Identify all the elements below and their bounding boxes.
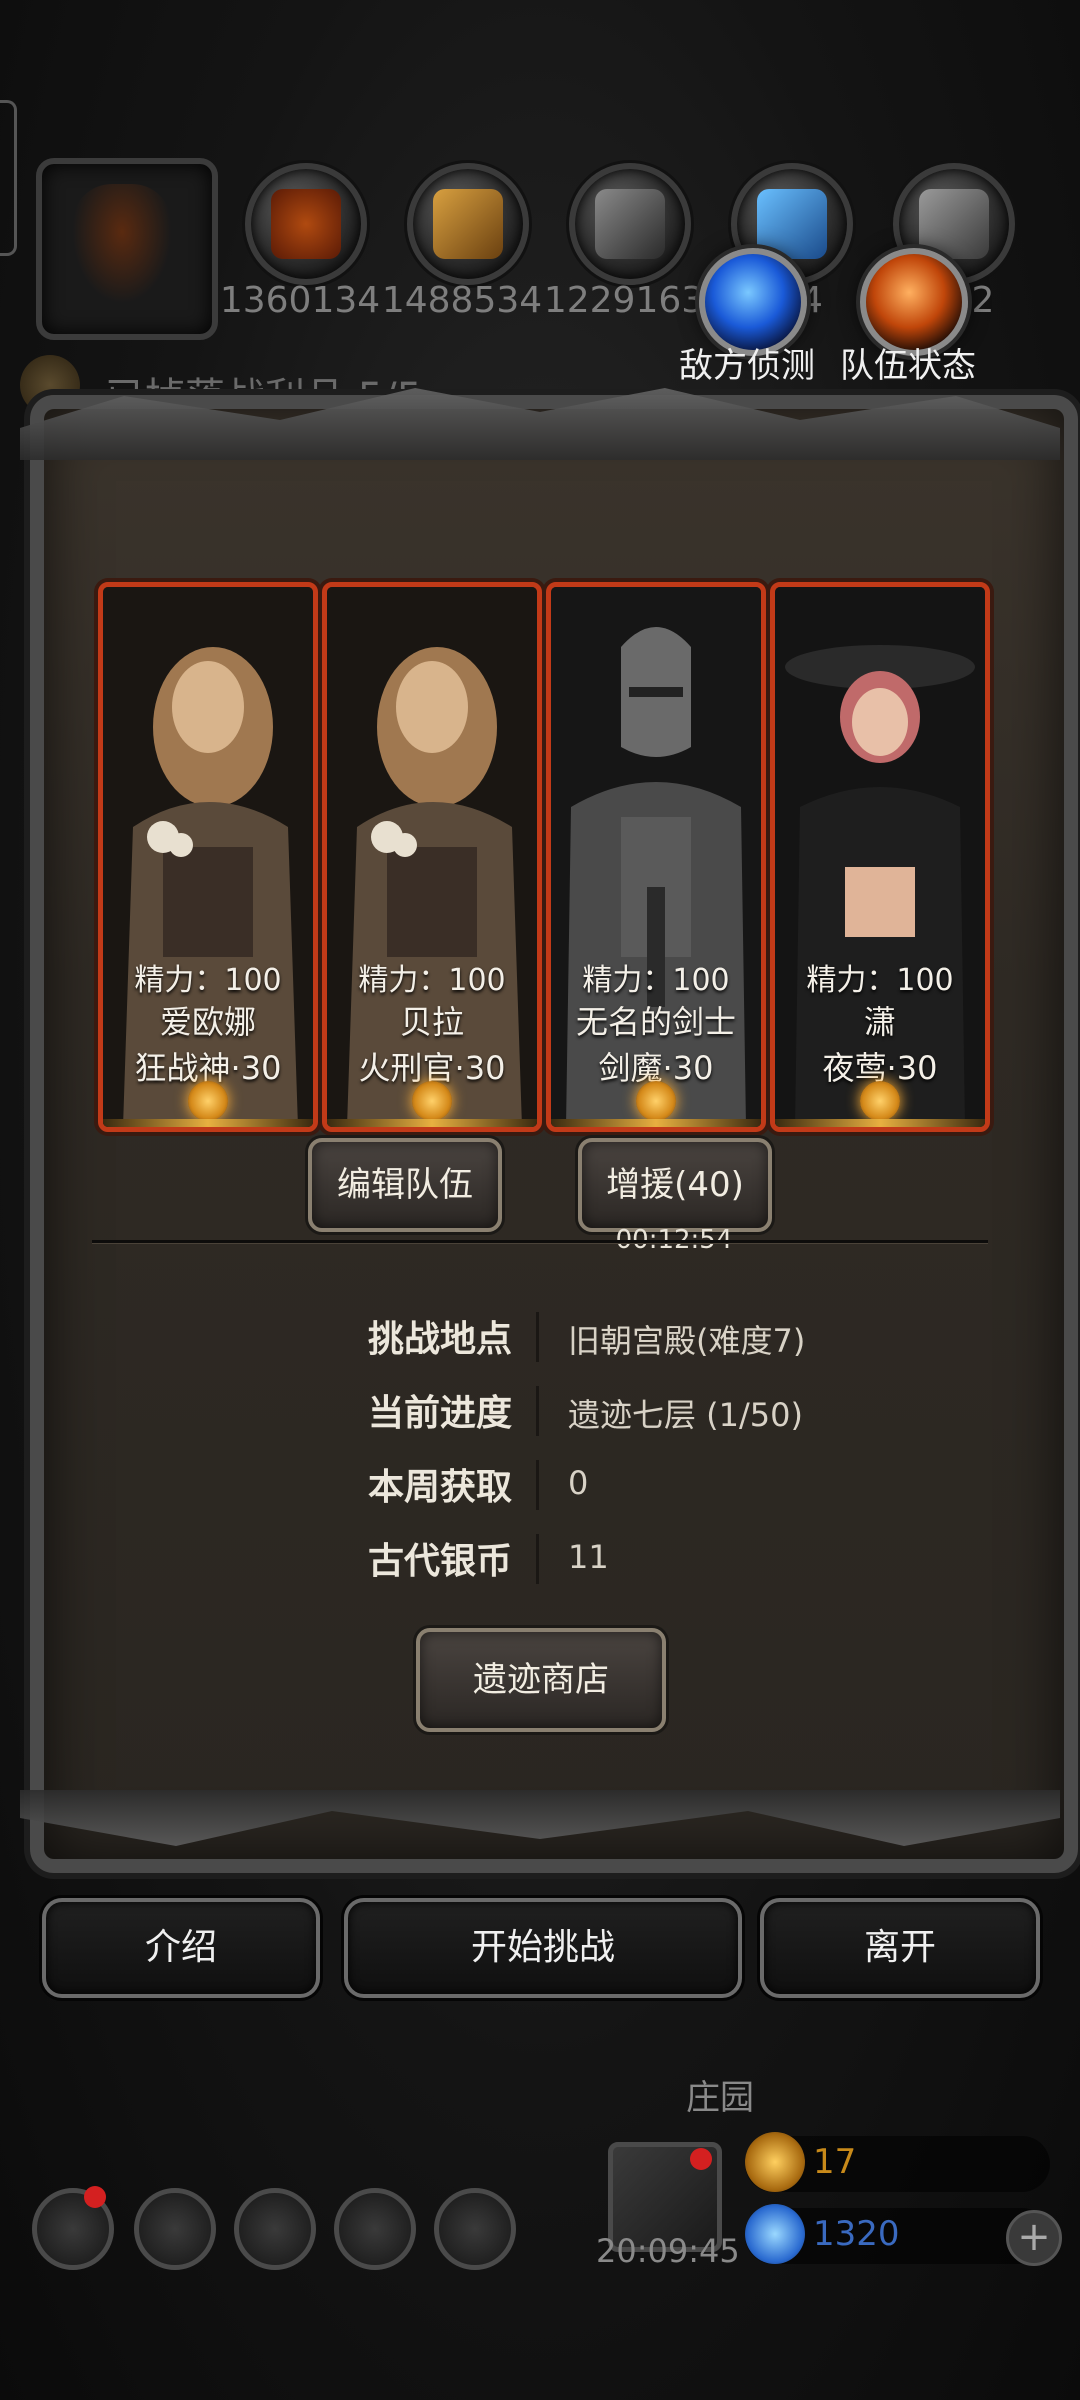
- edit-team-button[interactable]: 编辑队伍: [308, 1138, 502, 1232]
- notification-dot: [690, 2148, 712, 2170]
- info-label-weekly: 本周获取: [367, 1467, 512, 1508]
- info-label-progress: 当前进度: [367, 1393, 512, 1434]
- resource-value: 1488534: [381, 280, 543, 321]
- hero-card-1[interactable]: 精力：100 爱欧娜 狂战神·30: [98, 582, 318, 1132]
- swords-icon[interactable]: [434, 2188, 516, 2270]
- enemy-scout-label: 敌方侦测: [679, 346, 815, 386]
- hero-energy: 精力：100: [806, 963, 954, 998]
- info-label-coins: 古代银币: [367, 1541, 512, 1582]
- hero-energy: 精力：100: [582, 963, 730, 998]
- sun-emblem-icon: [412, 1081, 452, 1121]
- sun-emblem-icon: [188, 1081, 228, 1121]
- hero-energy: 精力：100: [134, 963, 282, 998]
- castle-icon[interactable]: [234, 2188, 316, 2270]
- info-value-weekly: 0: [568, 1464, 589, 1502]
- hero-card-2[interactable]: 精力：100 贝拉 火刑官·30: [322, 582, 542, 1132]
- iron-icon[interactable]: [569, 163, 691, 285]
- info-separator: [536, 1312, 539, 1362]
- card-bar: [327, 1119, 537, 1127]
- info-value-coins: 11: [568, 1538, 609, 1576]
- silhouette-icon: [72, 184, 172, 304]
- card-bar: [775, 1119, 985, 1127]
- wood-icon[interactable]: [407, 163, 529, 285]
- info-separator: [536, 1534, 539, 1584]
- hero-name: 潇: [863, 1003, 896, 1041]
- star-icon[interactable]: [134, 2188, 216, 2270]
- info-separator: [536, 1460, 539, 1510]
- add-gems-button[interactable]: +: [1006, 2210, 1062, 2266]
- gem-icon: [745, 2204, 805, 2264]
- mail-icon[interactable]: [334, 2188, 416, 2270]
- location-label: 庄园: [686, 2078, 754, 2118]
- info-separator: [536, 1386, 539, 1436]
- ruins-shop-button[interactable]: 遗迹商店: [416, 1628, 666, 1732]
- hero-card-3[interactable]: 精力：100 无名的剑士 剑魔·30: [546, 582, 766, 1132]
- reinforce-button[interactable]: 增援(40): [578, 1138, 772, 1232]
- resource-value: 1229163: [543, 280, 705, 321]
- info-value-progress: 遗迹七层 (1/50): [568, 1396, 804, 1434]
- sun-emblem-icon: [860, 1081, 900, 1121]
- hero-name: 无名的剑士: [575, 1003, 736, 1041]
- game-clock: 20:09:45: [596, 2232, 740, 2270]
- gold-balance: 17: [745, 2132, 1050, 2192]
- info-value-location: 旧朝宫殿(难度7): [568, 1322, 806, 1360]
- info-label-location: 挑战地点: [367, 1319, 512, 1360]
- start-challenge-button[interactable]: 开始挑战: [344, 1898, 742, 1998]
- sun-emblem-icon: [636, 1081, 676, 1121]
- hero-name: 爱欧娜: [159, 1003, 256, 1041]
- leave-button[interactable]: 离开: [760, 1898, 1040, 1998]
- card-bar: [103, 1119, 313, 1127]
- notification-dot: [84, 2186, 106, 2208]
- intro-button[interactable]: 介绍: [42, 1898, 320, 1998]
- gold-coin-icon: [745, 2132, 805, 2192]
- hero-energy: 精力：100: [358, 963, 506, 998]
- side-tab[interactable]: [0, 100, 17, 256]
- card-bar: [551, 1119, 761, 1127]
- meat-icon[interactable]: [245, 163, 367, 285]
- divider: [92, 1240, 988, 1243]
- hero-card-4[interactable]: 精力：100 潇 夜莺·30: [770, 582, 990, 1132]
- gold-value: 17: [813, 2142, 857, 2182]
- hero-slot[interactable]: [36, 158, 218, 340]
- team-status-label: 队伍状态: [840, 346, 976, 386]
- hero-name: 贝拉: [399, 1003, 464, 1041]
- gem-value: 1320: [813, 2214, 900, 2254]
- gem-balance: 1320: [745, 2204, 1050, 2264]
- resource-value: 1360134: [219, 280, 381, 321]
